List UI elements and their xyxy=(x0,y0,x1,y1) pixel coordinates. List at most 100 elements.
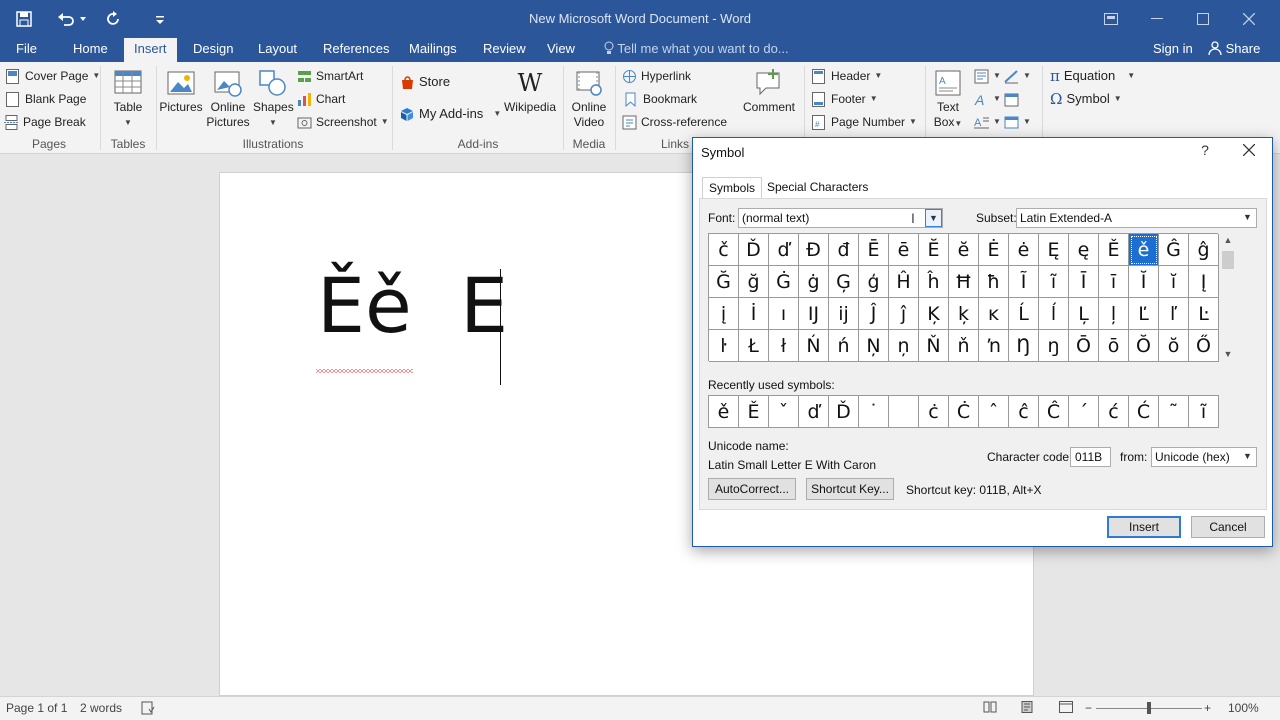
cancel-button[interactable]: Cancel xyxy=(1191,516,1265,538)
signature-line-button[interactable]: ▼ xyxy=(1004,66,1031,86)
symbol-cell[interactable]: Į xyxy=(1189,266,1219,298)
customize-toolbar-icon[interactable] xyxy=(148,8,172,30)
symbol-cell[interactable]: Ņ xyxy=(859,330,889,362)
zoom-level[interactable]: 100% xyxy=(1228,701,1259,715)
symbol-cell[interactable]: Ĩ xyxy=(1009,266,1039,298)
symbol-cell[interactable]: Ĕ xyxy=(919,234,949,266)
symbol-cell[interactable]: Ō xyxy=(1069,330,1099,362)
proofing-icon[interactable] xyxy=(141,701,155,718)
symbol-cell[interactable]: Ķ xyxy=(919,298,949,330)
zoom-slider-thumb[interactable] xyxy=(1147,702,1151,714)
maximize-icon[interactable] xyxy=(1180,0,1226,38)
symbol-cell[interactable]: ı xyxy=(769,298,799,330)
recent-symbol-cell[interactable]: ĩ xyxy=(1189,396,1219,428)
subset-dropdown[interactable]: Latin Extended-A ▼ xyxy=(1016,208,1257,228)
symbol-cell[interactable]: ŏ xyxy=(1159,330,1189,362)
page-number-button[interactable]: # Page Number ▼ xyxy=(812,112,917,132)
symbol-cell[interactable]: ĩ xyxy=(1039,266,1069,298)
my-addins-button[interactable]: My Add-ins ▼ xyxy=(400,104,501,124)
symbol-cell[interactable]: ē xyxy=(889,234,919,266)
symbol-cell[interactable]: Ĥ xyxy=(889,266,919,298)
symbol-cell[interactable]: Ĵ xyxy=(859,298,889,330)
recent-symbol-cell[interactable]: ˜ xyxy=(1159,396,1189,428)
symbol-cell[interactable]: Ľ xyxy=(1129,298,1159,330)
symbol-cell[interactable]: Ŋ xyxy=(1009,330,1039,362)
symbol-cell[interactable]: Đ xyxy=(799,234,829,266)
wordart-button[interactable]: A ▼ xyxy=(974,89,1001,109)
symbol-cell[interactable]: į xyxy=(709,298,739,330)
date-time-button[interactable] xyxy=(1004,89,1019,109)
word-count[interactable]: 2 words xyxy=(80,701,122,715)
symbol-cell[interactable]: č xyxy=(709,234,739,266)
smartart-button[interactable]: SmartArt xyxy=(297,66,363,86)
recent-symbol-cell[interactable]: Ě xyxy=(739,396,769,428)
symbol-cell[interactable]: Ĳ xyxy=(799,298,829,330)
zoom-out-icon[interactable]: − xyxy=(1085,701,1092,715)
symbol-cell[interactable]: đ xyxy=(829,234,859,266)
symbol-cell[interactable]: Ĺ xyxy=(1009,298,1039,330)
dialog-close-icon[interactable] xyxy=(1237,140,1261,164)
redo-icon[interactable] xyxy=(102,8,126,30)
tab-insert[interactable]: Insert xyxy=(124,38,177,62)
blank-page-button[interactable]: Blank Page xyxy=(6,89,86,109)
chevron-down-icon[interactable]: ▼ xyxy=(1239,448,1256,466)
tab-file[interactable]: File xyxy=(6,38,47,62)
share-button[interactable]: Share xyxy=(1208,38,1260,62)
comment-button[interactable]: Comment xyxy=(738,68,800,115)
symbol-cell[interactable]: ĳ xyxy=(829,298,859,330)
recent-symbol-cell[interactable] xyxy=(889,396,919,428)
recent-symbol-cell[interactable]: ˙ xyxy=(859,396,889,428)
symbol-cell[interactable]: Ő xyxy=(1189,330,1219,362)
symbol-cell[interactable]: ħ xyxy=(979,266,1009,298)
tell-me-box[interactable]: Tell me what you want to do... xyxy=(604,38,789,62)
tab-mailings[interactable]: Mailings xyxy=(399,38,467,62)
symbol-cell[interactable]: Ď xyxy=(739,234,769,266)
symbol-cell[interactable]: Ġ xyxy=(769,266,799,298)
symbol-cell[interactable]: İ xyxy=(739,298,769,330)
tab-layout[interactable]: Layout xyxy=(248,38,307,62)
symbol-cell[interactable]: Ě xyxy=(1099,234,1129,266)
symbol-cell[interactable]: Ļ xyxy=(1069,298,1099,330)
web-layout-icon[interactable] xyxy=(1059,701,1073,716)
symbol-cell[interactable]: ĸ xyxy=(979,298,1009,330)
symbol-cell[interactable]: ĵ xyxy=(889,298,919,330)
symbol-cell[interactable]: Ń xyxy=(799,330,829,362)
recent-symbol-cell[interactable]: ´ xyxy=(1069,396,1099,428)
save-icon[interactable] xyxy=(12,8,36,30)
character-code-input[interactable]: 011B xyxy=(1070,447,1111,467)
pictures-button[interactable]: Pictures xyxy=(158,68,204,115)
symbol-cell[interactable]: ń xyxy=(829,330,859,362)
cover-page-button[interactable]: Cover Page ▼ xyxy=(6,66,100,86)
tab-special-characters[interactable]: Special Characters xyxy=(761,177,874,199)
text-box-button[interactable]: A Text Box▼ xyxy=(928,68,968,131)
symbol-cell[interactable]: Ħ xyxy=(949,266,979,298)
cross-reference-button[interactable]: Cross-reference xyxy=(622,112,727,132)
recent-symbol-cell[interactable]: Ċ xyxy=(949,396,979,428)
screenshot-button[interactable]: Screenshot ▼ xyxy=(297,112,389,132)
header-button[interactable]: Header ▼ xyxy=(812,66,882,86)
undo-icon[interactable] xyxy=(55,8,89,30)
read-mode-icon[interactable] xyxy=(983,701,997,716)
symbol-cell[interactable]: Ī xyxy=(1069,266,1099,298)
recent-symbol-cell[interactable]: ˇ xyxy=(769,396,799,428)
tab-home[interactable]: Home xyxy=(63,38,118,62)
recent-symbol-cell[interactable]: ĉ xyxy=(1009,396,1039,428)
symbol-cell[interactable]: Ğ xyxy=(709,266,739,298)
shortcut-key-button[interactable]: Shortcut Key... xyxy=(806,478,894,500)
symbol-cell[interactable]: Ŏ xyxy=(1129,330,1159,362)
symbol-cell[interactable]: ď xyxy=(769,234,799,266)
symbol-cell[interactable]: ģ xyxy=(859,266,889,298)
symbol-cell[interactable]: Ę xyxy=(1039,234,1069,266)
symbol-cell[interactable]: Ň xyxy=(919,330,949,362)
scroll-down-icon[interactable]: ▼ xyxy=(1220,347,1236,361)
chart-button[interactable]: Chart xyxy=(297,89,345,109)
symbol-cell[interactable]: ĭ xyxy=(1159,266,1189,298)
chevron-down-icon[interactable]: ▼ xyxy=(925,209,942,227)
recent-symbol-cell[interactable]: ě xyxy=(709,396,739,428)
equation-button[interactable]: π Equation ▼ xyxy=(1050,66,1135,86)
symbol-cell[interactable]: ĕ xyxy=(949,234,979,266)
autocorrect-button[interactable]: AutoCorrect... xyxy=(708,478,796,500)
recent-symbol-cell[interactable]: Ď xyxy=(829,396,859,428)
symbol-cell[interactable]: ğ xyxy=(739,266,769,298)
symbol-grid-scrollbar[interactable]: ▲ ▼ xyxy=(1220,233,1236,361)
